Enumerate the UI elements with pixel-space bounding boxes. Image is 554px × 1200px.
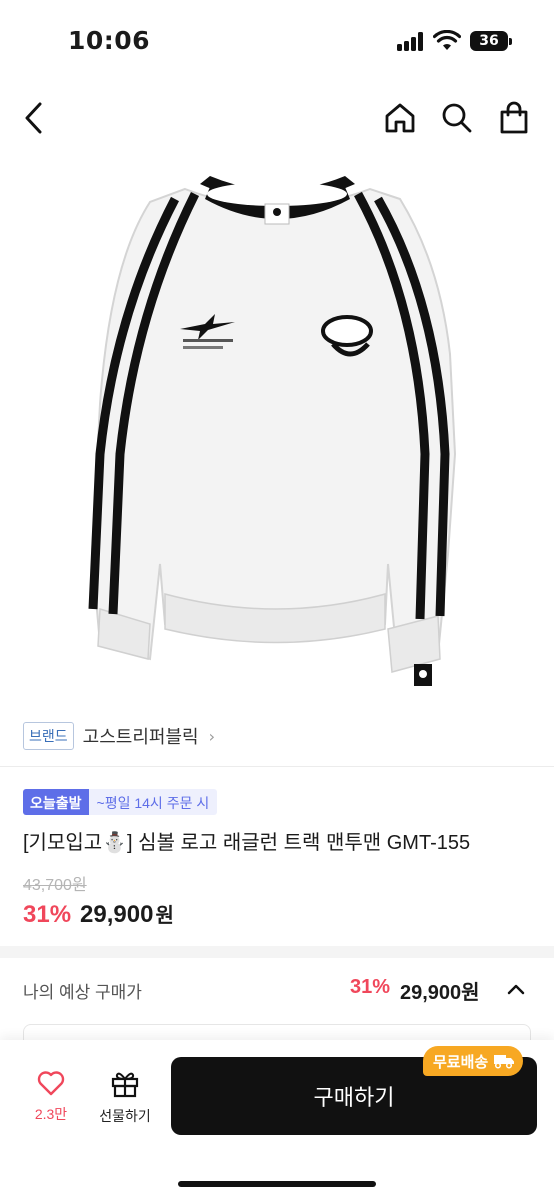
back-button[interactable]	[14, 98, 54, 138]
gift-icon	[111, 1072, 139, 1098]
bottom-action-bar: 2.3만 선물하기 구매하기 무료배송	[0, 1040, 554, 1200]
product-title: [기모입고⛄️] 심볼 로고 래글런 트랙 맨투맨 GMT-155	[23, 832, 471, 854]
home-icon	[385, 103, 415, 133]
brand-badge: 브랜드	[23, 722, 74, 750]
cart-button[interactable]	[494, 98, 534, 138]
product-image[interactable]	[0, 154, 554, 702]
chevron-up-icon	[507, 984, 525, 995]
section-divider	[0, 946, 554, 958]
shipping-cutoff-tag: ~평일 14시 주문 시	[88, 789, 218, 815]
status-time: 10:06	[68, 26, 151, 55]
heart-icon	[37, 1071, 65, 1096]
price-unit: 원	[155, 905, 174, 927]
price-row: 31% 29,900 원	[23, 899, 174, 929]
today-shipping-tag: 오늘출발	[23, 789, 89, 815]
gift-label: 선물하기	[99, 1108, 151, 1124]
home-indicator	[178, 1181, 376, 1187]
wifi-icon	[433, 30, 461, 50]
divider	[0, 766, 554, 767]
expected-discount: 31%	[350, 976, 391, 998]
cellular-signal-icon	[397, 32, 425, 51]
top-navigation	[0, 84, 554, 154]
truck-icon	[494, 1055, 515, 1069]
search-button[interactable]	[437, 98, 477, 138]
brand-name: 고스트리퍼블릭	[82, 727, 199, 747]
home-button[interactable]	[380, 98, 420, 138]
expected-price-label: 나의 예상 구매가	[23, 983, 142, 1002]
expected-price-value: 29,900원	[400, 982, 480, 1004]
battery-icon: 36	[470, 31, 512, 51]
expected-price-toggle[interactable]: 나의 예상 구매가 31% 29,900원	[0, 958, 554, 1022]
sale-price: 29,900	[80, 901, 154, 928]
search-icon	[442, 103, 472, 133]
original-price: 43,700원	[23, 877, 87, 894]
gift-button[interactable]: 선물하기	[92, 1070, 158, 1130]
free-shipping-label: 무료배송	[433, 1053, 489, 1071]
free-shipping-badge: 무료배송	[423, 1046, 524, 1076]
brand-link[interactable]: 브랜드 고스트리퍼블릭 ›	[23, 721, 215, 751]
status-bar: 10:06 36	[0, 0, 554, 84]
like-count: 2.3만	[34, 1106, 68, 1122]
sweatshirt-illustration	[88, 176, 457, 686]
back-icon	[25, 102, 42, 134]
delivery-tags: 오늘출발 ~평일 14시 주문 시	[23, 789, 218, 815]
like-button[interactable]: 2.3만	[26, 1070, 76, 1130]
chevron-right-icon: ›	[208, 726, 215, 746]
shopping-bag-icon	[500, 101, 528, 134]
discount-rate: 31%	[23, 901, 72, 928]
